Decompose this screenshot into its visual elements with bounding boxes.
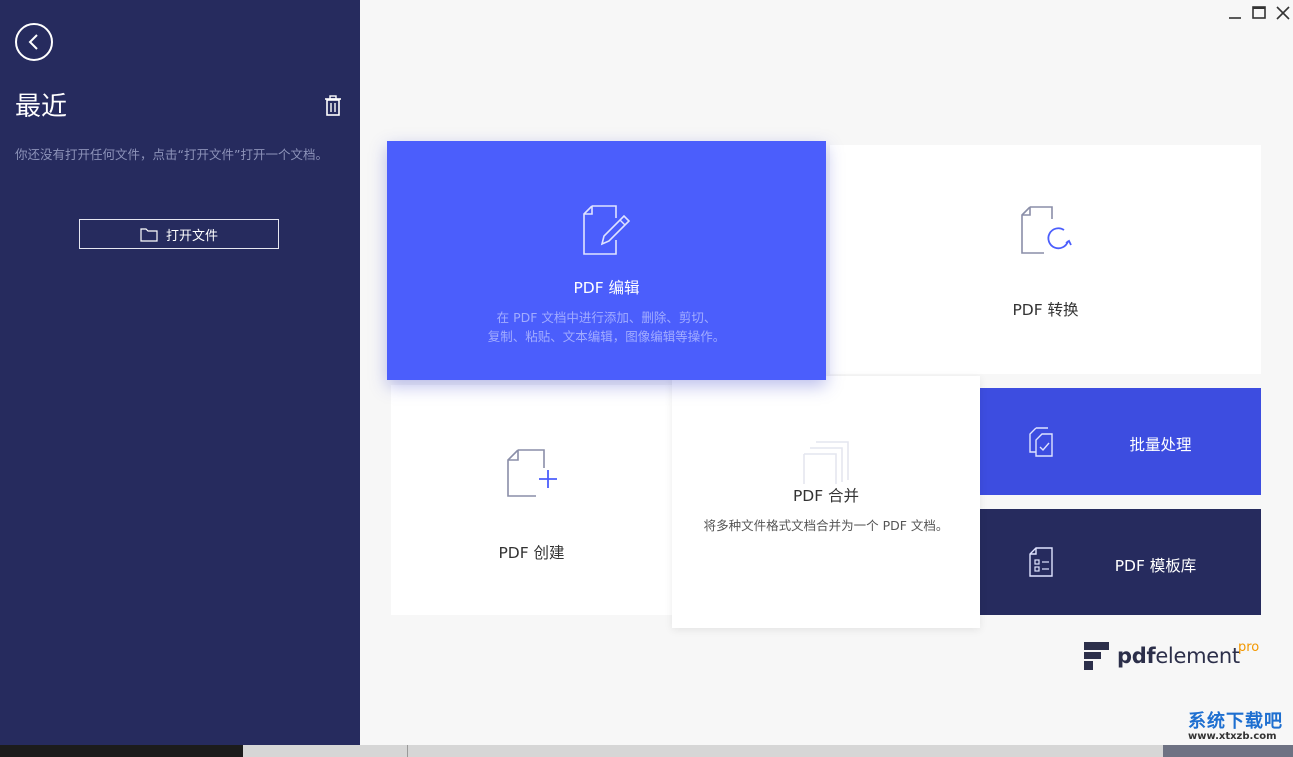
pdfelement-wordmark: pdfelement [1117,644,1240,668]
open-file-button[interactable]: 打开文件 [79,219,279,249]
batch-process-card[interactable]: 批量处理 [980,388,1261,495]
pdf-convert-card[interactable]: PDF 转换 [830,145,1261,374]
pdf-convert-title: PDF 转换 [1012,301,1079,319]
maximize-icon[interactable] [1251,5,1267,21]
site-watermark: 系统下载吧 www.xtxzb.com [1188,707,1283,742]
pdf-merge-description: 将多种文件格式文档合并为一个 PDF 文档。 [703,518,949,533]
open-file-label: 打开文件 [165,228,218,244]
back-button[interactable] [15,23,53,61]
edit-document-icon [583,205,631,255]
watermark-name: 系统下载吧 [1188,711,1283,732]
minimize-icon[interactable] [1227,5,1243,21]
pdf-merge-card[interactable]: PDF 合并 将多种文件格式文档合并为一个 PDF 文档。 [672,376,980,628]
create-document-icon [507,449,557,497]
folder-icon [140,227,158,242]
watermark-url: www.xtxzb.com [1188,731,1277,742]
recent-sidebar: 最近 你还没有打开任何文件，点击“打开文件”打开一个文档。 打开文件 [0,0,360,745]
pro-badge: pro [1238,640,1260,655]
pdf-edit-description-2: 复制、粘贴、文本编辑，图像编辑等操作。 [487,329,726,344]
pdf-edit-card[interactable]: PDF 编辑 在 PDF 文档中进行添加、删除、剪切、 复制、粘贴、文本编辑，图… [387,141,826,380]
pdf-template-card[interactable]: PDF 模板库 [980,509,1261,615]
background-thumbnail [0,745,243,757]
close-icon[interactable] [1275,5,1291,21]
background-thumbnail-right [1163,745,1293,757]
batch-process-title: 批量处理 [1129,436,1192,454]
pdfelement-logo: pdfelement pro [1084,640,1259,670]
pdf-create-card[interactable]: PDF 创建 [391,385,672,615]
merge-documents-icon [803,441,849,484]
pdf-create-title: PDF 创建 [498,544,565,562]
pdfelement-logo-icon [1084,642,1109,670]
pdf-template-title: PDF 模板库 [1114,557,1197,575]
pdf-merge-title: PDF 合并 [792,487,860,505]
pdf-edit-description-1: 在 PDF 文档中进行添加、删除、剪切、 [496,310,717,325]
convert-document-icon [1021,206,1072,254]
chevron-left-icon [28,34,38,50]
background-divider [407,745,408,757]
empty-recent-message: 你还没有打开任何文件，点击“打开文件”打开一个文档。 [15,147,328,162]
pdf-edit-title: PDF 编辑 [573,279,640,297]
recent-title: 最近 [15,92,68,122]
trash-icon[interactable] [323,95,343,117]
